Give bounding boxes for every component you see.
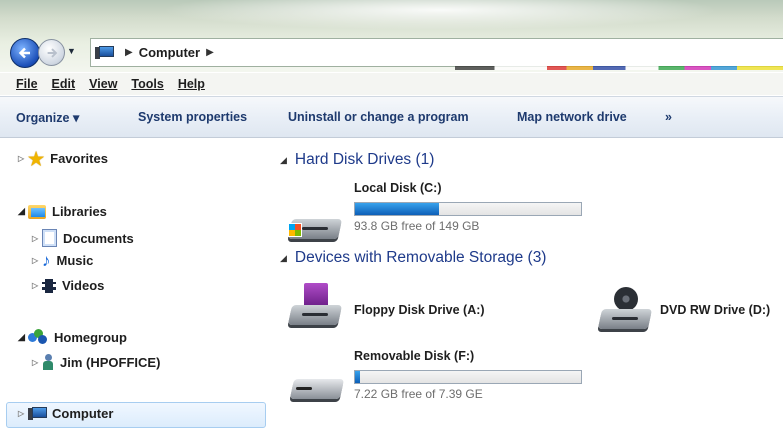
documents-icon (42, 229, 57, 247)
expand-arrow-icon[interactable]: ▷ (18, 154, 28, 163)
back-arrow-icon (18, 47, 30, 59)
expand-arrow-icon[interactable]: ▷ (18, 409, 28, 418)
removable-disk-icon (289, 373, 346, 399)
hard-disk-icon (287, 199, 343, 239)
music-note-icon: ♪ (42, 250, 51, 270)
system-properties-button[interactable]: System properties (138, 110, 247, 124)
expand-arrow-icon[interactable]: ▷ (32, 281, 42, 290)
dvd-drive-icon (597, 287, 656, 329)
collapse-arrow-icon: ◢ (280, 252, 287, 263)
nav-libraries[interactable]: ◢ Libraries (18, 204, 107, 219)
nav-libraries-label: Libraries (52, 204, 107, 219)
expand-arrow-icon[interactable]: ▷ (32, 256, 42, 265)
nav-homegroup[interactable]: ◢ Homegroup (18, 329, 127, 345)
computer-icon (28, 406, 47, 421)
nav-homegroup-label: Homegroup (54, 329, 127, 345)
collapse-arrow-icon[interactable]: ◢ (18, 206, 28, 217)
nav-user-label: Jim (HPOFFICE) (60, 354, 161, 370)
history-dropdown-icon[interactable]: ▼ (67, 46, 76, 56)
collapse-arrow-icon[interactable]: ◢ (18, 332, 28, 343)
drive-local-usage-fill (355, 203, 439, 215)
drive-removable-free-space: 7.22 GB free of 7.39 GE (354, 387, 483, 401)
nav-computer[interactable]: ▷ Computer (18, 406, 113, 421)
drive-local-free-space: 93.8 GB free of 149 GB (354, 219, 480, 233)
decorative-strip (455, 66, 783, 70)
nav-documents-label: Documents (63, 230, 134, 246)
windows-logo-icon (288, 223, 302, 237)
group-header-hard-disk-label: Hard Disk Drives (1) (294, 151, 435, 168)
nav-music[interactable]: ▷ ♪ Music (32, 250, 94, 270)
map-network-drive-button[interactable]: Map network drive (517, 110, 627, 124)
expand-arrow-icon[interactable]: ▷ (32, 234, 42, 243)
nav-videos[interactable]: ▷ Videos (32, 278, 104, 293)
nav-user-jim[interactable]: ▷ Jim (HPOFFICE) (32, 354, 160, 370)
film-strip-icon (42, 278, 56, 293)
nav-music-label: Music (56, 253, 94, 268)
floppy-drive-icon (287, 283, 346, 325)
breadcrumb-arrow-icon[interactable]: ▶ (206, 47, 214, 58)
drive-removable-usage-bar (354, 370, 582, 384)
organize-button[interactable]: Organize ▾ (16, 110, 79, 125)
forward-button[interactable] (38, 39, 65, 66)
expand-arrow-icon[interactable]: ▷ (32, 358, 42, 367)
forward-arrow-icon (47, 47, 57, 58)
homegroup-icon (28, 329, 48, 345)
address-bar[interactable]: ▶ Computer ▶ (90, 38, 783, 67)
drive-removable-usage-fill (355, 371, 360, 383)
drive-local-usage-bar (354, 202, 582, 216)
computer-icon (95, 45, 114, 60)
uninstall-program-button[interactable]: Uninstall or change a program (288, 110, 469, 124)
breadcrumb-computer[interactable]: Computer (139, 45, 200, 60)
collapse-arrow-icon: ◢ (280, 154, 287, 165)
menu-view[interactable]: View (89, 77, 117, 91)
glass-glare (160, 0, 720, 30)
drive-local-disk-name: Local Disk (C:) (354, 181, 442, 195)
navigation-pane: ▷ ★ Favorites ◢ Libraries ▷ Documents ▷ … (0, 137, 270, 440)
menu-bar: File Edit View Tools Help (0, 73, 783, 95)
menu-file[interactable]: File (16, 77, 38, 91)
nav-favorites[interactable]: ▷ ★ Favorites (18, 148, 108, 169)
nav-computer-label: Computer (52, 406, 114, 421)
back-button[interactable] (10, 38, 40, 68)
group-header-hard-disk[interactable]: ◢ Hard Disk Drives (1) (280, 151, 434, 169)
nav-favorites-label: Favorites (50, 151, 108, 166)
nav-videos-label: Videos (62, 278, 105, 293)
content-pane: ◢ Hard Disk Drives (1) Local Disk (C:) 9… (270, 137, 783, 440)
group-header-removable[interactable]: ◢ Devices with Removable Storage (3) (280, 249, 546, 267)
libraries-icon (28, 204, 46, 219)
command-bar: Organize ▾ System properties Uninstall o… (0, 96, 783, 138)
menu-help[interactable]: Help (178, 77, 205, 91)
star-icon: ★ (28, 148, 45, 169)
menu-tools[interactable]: Tools (131, 77, 163, 91)
drive-floppy-name: Floppy Disk Drive (A:) (354, 303, 485, 317)
group-header-removable-label: Devices with Removable Storage (3) (294, 249, 547, 266)
more-commands-button[interactable]: » (665, 110, 672, 124)
breadcrumb-arrow-icon[interactable]: ▶ (125, 47, 133, 58)
drive-dvd-name: DVD RW Drive (D:) (660, 303, 771, 317)
nav-documents[interactable]: ▷ Documents (32, 229, 134, 247)
drive-removable-name: Removable Disk (F:) (354, 349, 475, 363)
menu-edit[interactable]: Edit (52, 77, 76, 91)
user-icon (42, 354, 54, 370)
